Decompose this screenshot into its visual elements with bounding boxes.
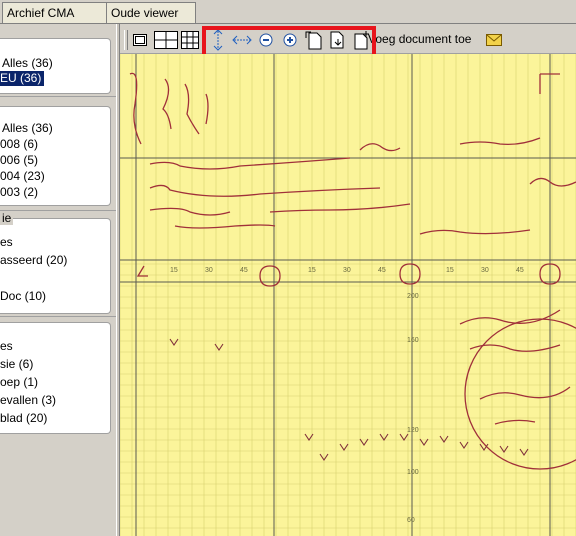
- axis-tick-label: 30: [343, 267, 351, 274]
- filter-item[interactable]: 006 (5): [0, 153, 38, 168]
- panel-separator: [0, 316, 116, 317]
- toolbar-handle[interactable]: [124, 30, 128, 50]
- panel-separator: [0, 210, 116, 211]
- grid-4-icon[interactable]: [154, 30, 178, 50]
- tab-bar: Archief CMA Oude viewer: [0, 0, 576, 24]
- filter-item[interactable]: blad (20): [0, 411, 47, 426]
- sheet-grid: [120, 54, 576, 536]
- handwriting-marks: [129, 72, 576, 470]
- filter-item[interactable]: es: [0, 339, 13, 354]
- axis-tick-label: 30: [481, 267, 489, 274]
- axis-tick-label: 30: [205, 267, 213, 274]
- filter-group-title: ie: [0, 211, 14, 225]
- filter-group-2: Alles (36) 008 (6) 006 (5) 004 (23) 003 …: [0, 106, 111, 206]
- mail-icon[interactable]: [484, 30, 504, 50]
- document-viewer[interactable]: 15 30 45 15 30 45 15 30 45 200 160 120 100 60: [120, 54, 576, 536]
- filter-item[interactable]: Doc (10): [0, 289, 46, 304]
- sheet-scale-labels: 15 30 45 15 30 45 15 30 45 200 160 120 100 60: [170, 267, 524, 524]
- grid-9-icon[interactable]: [180, 30, 200, 50]
- filter-item[interactable]: 004 (23): [0, 169, 45, 184]
- scanned-chart-sheet: 15 30 45 15 30 45 15 30 45 200 160 120 100 60: [120, 54, 576, 536]
- filter-item[interactable]: oep (1): [0, 375, 38, 390]
- axis-tick-label: 15: [446, 267, 454, 274]
- axis-tick-label: 15: [308, 267, 316, 274]
- axis-tick-label: 15: [170, 267, 178, 274]
- page-down-icon[interactable]: [328, 30, 348, 50]
- filter-group-1: Alles (36) EU (36): [0, 38, 111, 94]
- filter-item[interactable]: asseerd (20): [0, 253, 67, 268]
- fit-height-icon[interactable]: [208, 29, 228, 51]
- filter-item[interactable]: 003 (2): [0, 185, 38, 200]
- grid-single-icon[interactable]: [130, 30, 150, 50]
- axis-tick-label: 45: [240, 267, 248, 274]
- scale-label: 100: [407, 469, 419, 476]
- filter-item[interactable]: Alles (36): [2, 56, 53, 71]
- tab-oude-viewer[interactable]: Oude viewer: [106, 2, 196, 23]
- viewer-toolbar: Voeg document toe: [120, 27, 576, 54]
- filter-item[interactable]: Alles (36): [2, 121, 53, 136]
- filter-item[interactable]: evallen (3): [0, 393, 56, 408]
- filter-panel: Alles (36) EU (36) Alles (36) 008 (6) 00…: [0, 24, 116, 536]
- scale-label: 120: [407, 427, 419, 434]
- scale-label: 200: [407, 293, 419, 300]
- axis-tick-label: 45: [516, 267, 524, 274]
- filter-group-3: ie es asseerd (20) Doc (10): [0, 211, 111, 314]
- panel-separator: [0, 96, 116, 97]
- filter-group-4: es sie (6) oep (1) evallen (3) blad (20): [0, 322, 111, 434]
- zoom-out-icon[interactable]: [256, 30, 276, 50]
- tab-archief-cma[interactable]: Archief CMA: [2, 2, 110, 23]
- fit-width-icon[interactable]: [232, 30, 252, 50]
- scale-label: 160: [407, 337, 419, 344]
- filter-item[interactable]: 008 (6): [0, 137, 38, 152]
- add-document-label[interactable]: Voeg document toe: [368, 32, 471, 46]
- page-rotate-icon[interactable]: [304, 30, 324, 50]
- scale-label: 60: [407, 517, 415, 524]
- zoom-in-icon[interactable]: [280, 30, 300, 50]
- filter-item[interactable]: sie (6): [0, 357, 33, 372]
- axis-tick-label: 45: [378, 267, 386, 274]
- filter-item[interactable]: es: [0, 235, 13, 250]
- filter-item-selected[interactable]: EU (36): [0, 71, 45, 86]
